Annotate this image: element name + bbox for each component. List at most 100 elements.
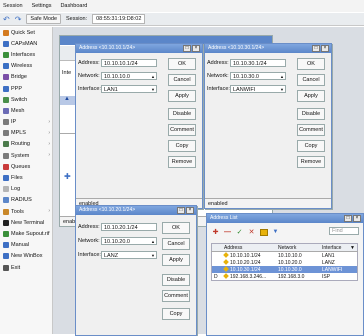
safe-mode-button[interactable]: Safe Mode <box>26 14 62 24</box>
column-header-address[interactable]: Address <box>222 243 276 252</box>
remove-button[interactable]: Remove <box>168 156 196 168</box>
collapse-icon[interactable]: ▲ <box>151 238 155 246</box>
address-field[interactable]: 10.10.10.1/24 <box>101 59 157 67</box>
menu-session[interactable]: Session <box>3 3 23 9</box>
table-row[interactable]: 10.10.30.1/24 10.10.30.0 LANWIFI <box>211 265 358 273</box>
table-row[interactable]: D 192.168.3.246... 192.168.3.0 ISP <box>212 272 358 281</box>
sidebar-item-label: New WinBox <box>11 253 43 260</box>
remove-button[interactable]: Remove <box>297 156 325 168</box>
restore-icon[interactable]: □ <box>312 45 320 52</box>
address-window-2-titlebar[interactable]: Address <10.10.30.1/24> □ × <box>205 44 331 53</box>
cancel-button[interactable]: Cancel <box>297 74 325 86</box>
address-window-3-titlebar[interactable]: Address <10.10.20.1/24> □ × <box>76 206 196 215</box>
close-icon[interactable]: × <box>192 45 200 52</box>
address-table: Address Network Interface ▼ 10.10.10.1/24… <box>211 243 358 281</box>
network-label: Network: <box>78 238 100 244</box>
restore-icon[interactable]: □ <box>183 45 191 52</box>
restore-icon[interactable]: □ <box>177 207 185 214</box>
address-field[interactable]: 10.10.20.1/24 <box>101 223 157 231</box>
sidebar-item-tools[interactable]: Tools › <box>0 206 52 217</box>
interface-select[interactable]: LAN1 ▼ <box>101 85 157 93</box>
interface-select[interactable]: LANWIFI ▼ <box>230 85 286 93</box>
sidebar-item-ip[interactable]: IP › <box>0 117 52 128</box>
ppp-icon <box>3 85 9 92</box>
ok-button[interactable]: OK <box>297 58 325 70</box>
address-field[interactable]: 10.10.30.1/24 <box>230 59 286 67</box>
sidebar-item-system[interactable]: System › <box>0 150 52 161</box>
interface-select[interactable]: LANZ ▼ <box>101 251 157 259</box>
cancel-button[interactable]: Cancel <box>168 74 196 86</box>
ok-button[interactable]: OK <box>162 222 190 234</box>
sidebar-item-make-supout-rif[interactable]: Make Supout.rif <box>0 228 52 239</box>
dropdown-icon[interactable]: ▼ <box>280 86 284 94</box>
copy-button[interactable]: Copy <box>162 308 190 320</box>
redo-icon[interactable]: ↷ <box>15 15 22 24</box>
copy-button[interactable]: Copy <box>297 140 325 152</box>
network-field[interactable]: 10.10.20.0 ▲ <box>101 237 157 245</box>
comment-button[interactable]: Comment <box>168 124 196 136</box>
find-input[interactable]: Find <box>329 227 359 235</box>
table-row[interactable]: 10.10.20.1/24 10.10.20.0 LANZ <box>212 258 358 266</box>
apply-button[interactable]: Apply <box>168 90 196 102</box>
column-menu-icon[interactable]: ▼ <box>350 245 355 251</box>
undo-icon[interactable]: ↶ <box>3 15 10 24</box>
sidebar-item-bridge[interactable]: Bridge <box>0 72 52 83</box>
sidebar-item-log[interactable]: Log <box>0 184 52 195</box>
sidebar-item-routing[interactable]: Routing › <box>0 139 52 150</box>
restore-icon[interactable]: □ <box>344 215 352 222</box>
table-row[interactable]: 10.10.10.1/24 10.10.10.0 LAN1 <box>212 251 358 260</box>
sidebar-item-capsman[interactable]: CAPsMAN <box>0 38 52 49</box>
ok-button[interactable]: OK <box>168 58 196 70</box>
sidebar-item-files[interactable]: Files <box>0 172 52 183</box>
sidebar-item-label: Queues <box>11 163 31 170</box>
sidebar-item-ppp[interactable]: PPP <box>0 83 52 94</box>
address-list-titlebar[interactable]: Address List □ × <box>207 214 363 223</box>
apply-button[interactable]: Apply <box>297 90 325 102</box>
sidebar-item-switch[interactable]: Switch <box>0 94 52 105</box>
sidebar-item-manual[interactable]: Manual <box>0 240 52 251</box>
close-icon[interactable]: × <box>186 207 194 214</box>
column-header-interface[interactable]: Interface ▼ <box>320 243 358 252</box>
network-field[interactable]: 10.10.10.0 ▲ <box>101 72 157 80</box>
address-window-1-titlebar[interactable]: Address <10.10.10.1/24> □ × <box>76 44 202 53</box>
add-icon[interactable]: ✚ <box>211 228 220 237</box>
dropdown-icon[interactable]: ▼ <box>151 86 155 94</box>
sidebar-item-label: Log <box>11 186 21 193</box>
sidebar-item-new-winbox[interactable]: New WinBox <box>0 251 52 262</box>
comment-button[interactable]: Comment <box>297 124 325 136</box>
close-icon[interactable]: × <box>353 215 361 222</box>
filter-icon[interactable]: ▼ <box>271 228 280 237</box>
disable-button[interactable]: Disable <box>162 274 190 286</box>
column-header-flag[interactable] <box>211 243 222 252</box>
sidebar-item-wireless[interactable]: Wireless <box>0 61 52 72</box>
sidebar-item-new-terminal[interactable]: New Terminal <box>0 217 52 228</box>
column-header-network[interactable]: Network <box>276 243 320 252</box>
sidebar-item-mesh[interactable]: Mesh <box>0 105 52 116</box>
network-field[interactable]: 10.10.30.0 ▲ <box>230 72 286 80</box>
collapse-icon[interactable]: ▲ <box>280 73 284 81</box>
menu-settings[interactable]: Settings <box>32 3 52 9</box>
menu-bar: Session Settings Dashboard <box>0 0 364 12</box>
sidebar-item-exit[interactable]: Exit <box>0 262 52 273</box>
collapse-icon[interactable]: ▲ <box>151 73 155 81</box>
sidebar-item-mpls[interactable]: MPLS › <box>0 128 52 139</box>
apply-button[interactable]: Apply <box>162 254 190 266</box>
dropdown-icon[interactable]: ▼ <box>151 252 155 260</box>
comment-icon[interactable] <box>259 228 268 237</box>
sidebar-item-quick-set[interactable]: Quick Set <box>0 27 52 38</box>
close-icon[interactable]: × <box>321 45 329 52</box>
menu-dashboard[interactable]: Dashboard <box>60 3 87 9</box>
copy-button[interactable]: Copy <box>168 140 196 152</box>
sidebar-item-queues[interactable]: Queues <box>0 161 52 172</box>
disable-icon[interactable]: ✕ <box>247 228 256 237</box>
sidebar-item-radius[interactable]: RADIUS <box>0 195 52 206</box>
enable-icon[interactable]: ✓ <box>235 228 244 237</box>
comment-button[interactable]: Comment <box>162 290 190 302</box>
disable-button[interactable]: Disable <box>297 108 325 120</box>
remove-icon[interactable]: — <box>223 228 232 237</box>
sidebar-item-interfaces[interactable]: Interfaces <box>0 49 52 60</box>
sidebar-item-label: PPP <box>11 85 23 92</box>
disable-button[interactable]: Disable <box>168 108 196 120</box>
cancel-button[interactable]: Cancel <box>162 238 190 250</box>
add-icon[interactable]: ✚ <box>64 172 71 181</box>
